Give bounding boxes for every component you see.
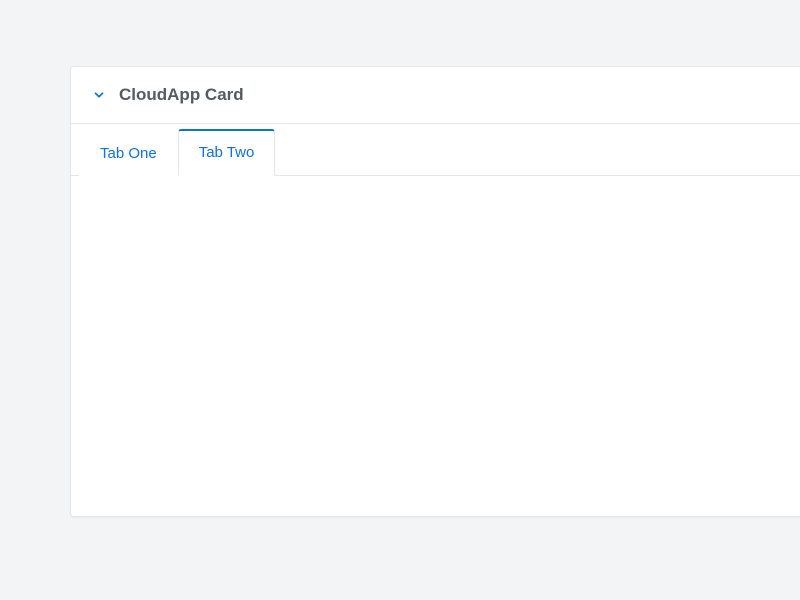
card-title: CloudApp Card	[119, 85, 244, 105]
card-header[interactable]: CloudApp Card	[71, 67, 800, 124]
chevron-down-icon	[91, 87, 107, 103]
card-body	[71, 176, 800, 516]
tab-one[interactable]: Tab One	[79, 130, 178, 176]
tab-label: Tab Two	[199, 144, 255, 161]
tab-two[interactable]: Tab Two	[178, 129, 276, 176]
card: CloudApp Card Tab One Tab Two	[70, 66, 800, 517]
tab-label: Tab One	[100, 145, 157, 162]
tabs: Tab One Tab Two	[71, 124, 800, 176]
